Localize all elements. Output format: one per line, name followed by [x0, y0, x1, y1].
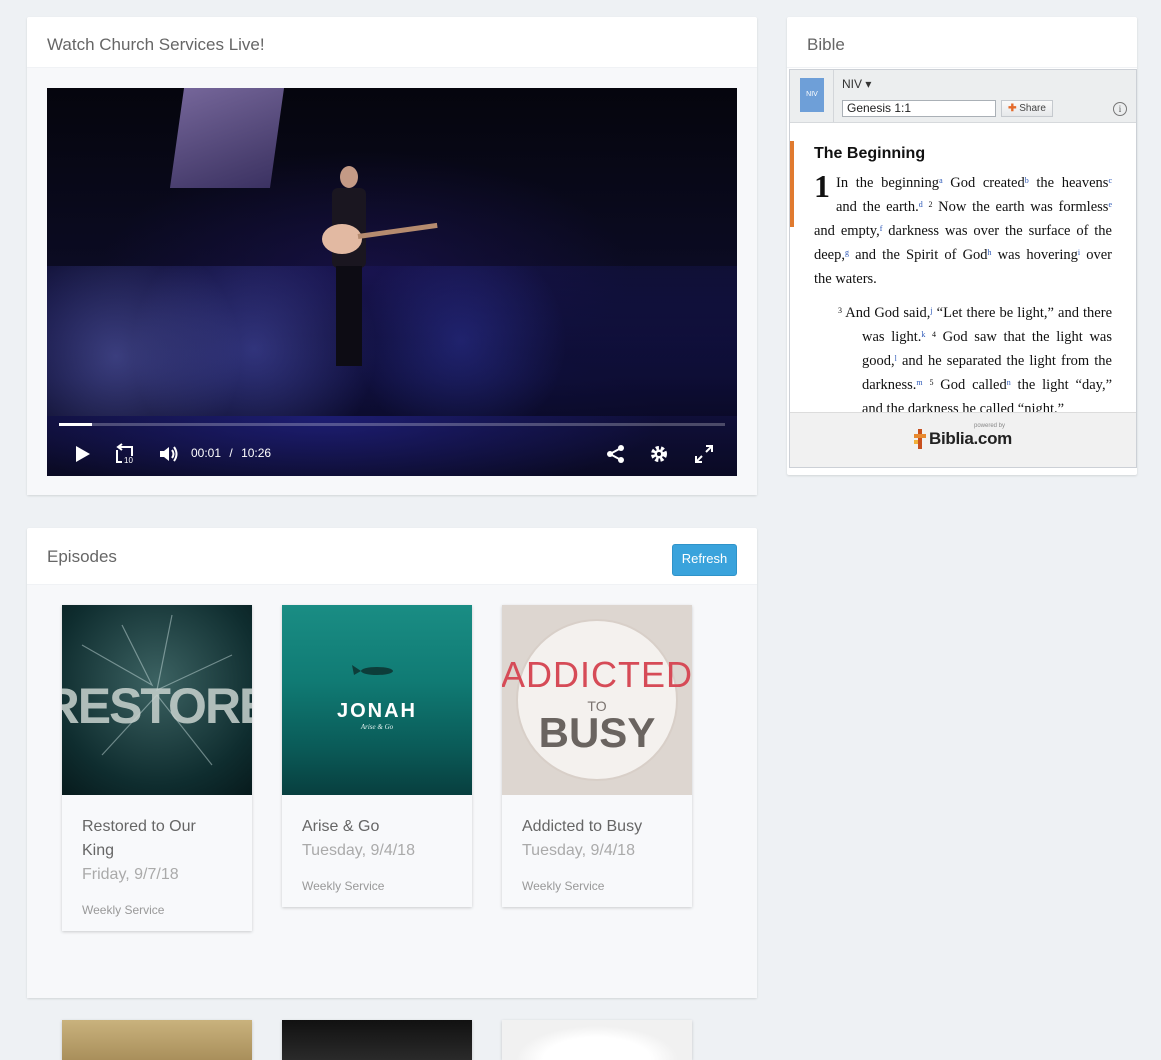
episode-card[interactable]: JONAH Arise & Go Arise & Go Tuesday, 9/4…	[282, 605, 472, 907]
episodes-panel-title: Episodes	[27, 528, 757, 585]
bible-panel-title: Bible	[787, 17, 1137, 68]
episode-title[interactable]: Addicted to Busy	[522, 815, 672, 839]
video-frame-performer	[322, 166, 438, 366]
biblia-powered-by: powered by	[974, 423, 1006, 429]
bible-widget: NIV NIV ▾ Genesis 1:1 ✚ Share i The Begi…	[789, 69, 1137, 468]
episode-date: Tuesday, 9/4/18	[522, 842, 635, 859]
episode-date: Tuesday, 9/4/18	[302, 842, 415, 859]
episode-date: Friday, 9/7/18	[82, 866, 179, 883]
episode-card[interactable]	[62, 1020, 252, 1060]
chapter-number: 1	[814, 168, 830, 204]
video-progress-bar[interactable]	[59, 423, 725, 426]
svg-text:Arise & Go: Arise & Go	[360, 723, 394, 731]
episode-title[interactable]: Restored to Our King	[82, 815, 232, 863]
video-progress-fill	[59, 423, 93, 426]
episode-thumbnail[interactable]	[62, 1020, 252, 1060]
episode-thumbnail-busy[interactable]: ADDICTED TO BUSY	[502, 605, 692, 795]
bible-footer: Biblia.com powered by	[790, 412, 1136, 467]
episode-type: Weekly Service	[82, 903, 165, 917]
share-icon[interactable]	[605, 442, 627, 466]
svg-text:JONAH: JONAH	[337, 700, 417, 722]
episode-thumbnail-restore[interactable]: RESTORE	[62, 605, 252, 795]
settings-gear-icon[interactable]	[648, 442, 670, 466]
episode-thumbnail-jonah[interactable]: JONAH Arise & Go	[282, 605, 472, 795]
bible-passage-heading: The Beginning	[814, 145, 926, 162]
svg-text:10: 10	[124, 456, 133, 465]
bible-toolbar: NIV NIV ▾ Genesis 1:1 ✚ Share i	[790, 70, 1136, 123]
bible-passage-accent	[790, 141, 794, 227]
episode-card[interactable]: ADDICTED TO BUSY Addicted to Busy Tuesda…	[502, 605, 692, 907]
bible-panel: Bible NIV NIV ▾ Genesis 1:1 ✚ Share i Th…	[787, 17, 1137, 475]
bible-reference-input[interactable]: Genesis 1:1	[842, 100, 996, 117]
episode-title[interactable]: Arise & Go	[302, 815, 452, 839]
video-panel-body: 10 00:01 / 10:26	[27, 68, 757, 495]
bible-verse-1-2: 1 In the beginninga God createdb the heav…	[814, 168, 1113, 287]
play-icon[interactable]	[73, 442, 93, 466]
video-panel: Watch Church Services Live! 10 00:01 / 1…	[27, 17, 757, 495]
plus-icon: ✚	[1008, 103, 1017, 114]
info-icon[interactable]: i	[1113, 102, 1127, 116]
bible-share-button[interactable]: ✚ Share	[1001, 100, 1053, 117]
video-controls: 10 00:01 / 10:26	[47, 434, 737, 474]
video-time: 00:01 / 10:26	[191, 446, 271, 460]
time-separator: /	[229, 446, 233, 460]
bible-version-logo-icon[interactable]: NIV	[800, 78, 824, 112]
episodes-panel: Episodes Refresh RESTORE Restored to Our…	[27, 528, 757, 1060]
volume-icon[interactable]	[157, 442, 181, 466]
bible-version-select[interactable]: NIV ▾	[842, 77, 871, 91]
duration: 10:26	[241, 446, 272, 460]
video-panel-title: Watch Church Services Live!	[27, 17, 757, 68]
bible-passage: The Beginning 1 In the beginninga God cre…	[790, 123, 1136, 413]
video-frame-crowd	[47, 266, 737, 416]
episode-card[interactable]	[282, 1020, 472, 1060]
episode-type: Weekly Service	[302, 879, 385, 893]
bible-verse-3-5: 3 And God said,j “Let there be light,” a…	[838, 305, 1113, 413]
svg-text:ADDICTED: ADDICTED	[502, 654, 692, 695]
episode-card[interactable]: RESTORE Restored to Our King Friday, 9/7…	[62, 605, 252, 931]
biblia-brand: Biblia.com	[929, 429, 1012, 448]
episode-card[interactable]	[502, 1020, 692, 1060]
episode-type: Weekly Service	[522, 879, 605, 893]
rewind-10-icon[interactable]: 10	[113, 442, 137, 466]
episode-thumbnail[interactable]	[502, 1020, 692, 1060]
svg-text:RESTORE: RESTORE	[62, 678, 252, 734]
video-player[interactable]: 10 00:01 / 10:26	[47, 88, 737, 476]
episode-thumbnail[interactable]	[282, 1020, 472, 1060]
biblia-logo[interactable]: Biblia.com powered by	[914, 423, 1012, 449]
video-frame-screen	[169, 88, 285, 188]
current-time: 00:01	[191, 446, 222, 460]
biblia-mark-icon	[914, 429, 926, 449]
fullscreen-icon[interactable]	[693, 442, 715, 466]
refresh-button[interactable]: Refresh	[672, 544, 737, 576]
svg-text:BUSY: BUSY	[539, 709, 656, 756]
bible-share-label: Share	[1019, 103, 1046, 114]
episodes-grid: RESTORE Restored to Our King Friday, 9/7…	[27, 585, 757, 1060]
